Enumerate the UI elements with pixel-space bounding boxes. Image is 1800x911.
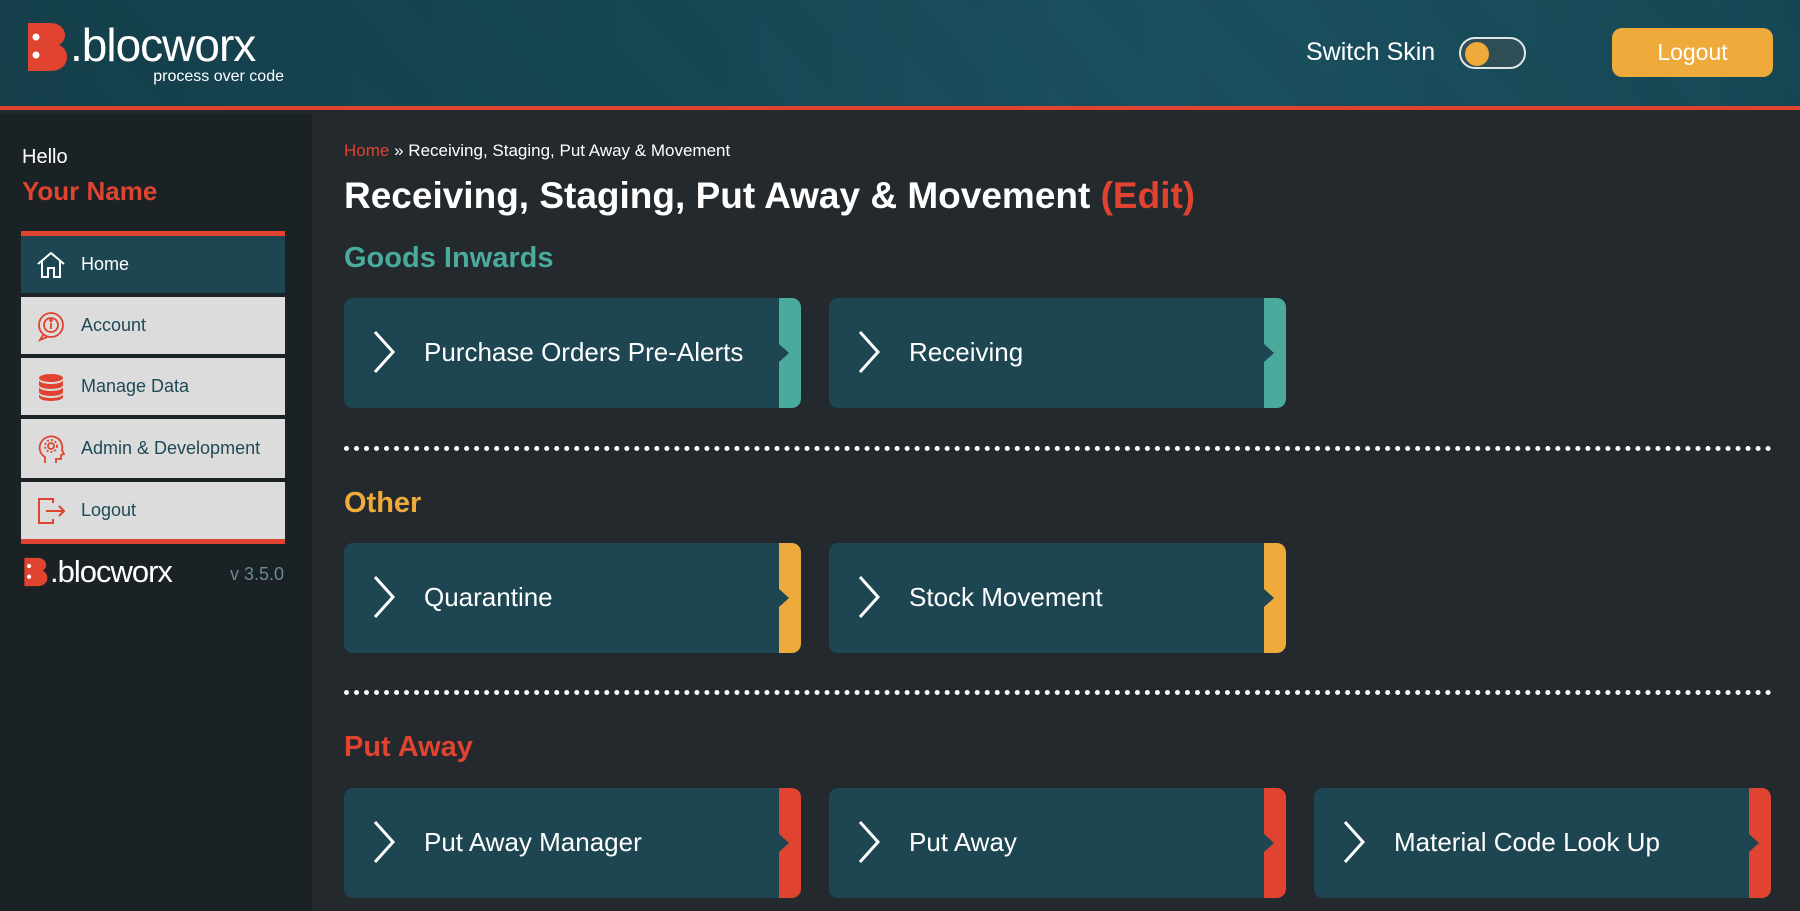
tile-receiving[interactable]: Receiving: [829, 298, 1286, 408]
sidebar-item-account[interactable]: Account: [21, 297, 285, 354]
sidebar: Hello Your Name Home Account Manage Data: [0, 114, 312, 911]
edit-page-link[interactable]: (Edit): [1101, 175, 1196, 216]
section-divider: [344, 690, 1772, 695]
page-title-text: Receiving, Staging, Put Away & Movement: [344, 175, 1091, 216]
tile-label: Receiving: [909, 337, 1024, 368]
tile-notch: [1749, 834, 1759, 852]
account-info-icon: [37, 311, 64, 342]
tile-material-code-look-up[interactable]: Material Code Look Up: [1314, 788, 1771, 898]
tile-notch: [1264, 589, 1274, 607]
chevron-right-icon: [373, 330, 396, 374]
tile-notch: [779, 589, 789, 607]
tile-notch: [1264, 834, 1274, 852]
tile-notch: [779, 834, 789, 852]
sidebar-item-label: Manage Data: [81, 376, 190, 396]
breadcrumb-home-link[interactable]: Home: [344, 141, 389, 160]
header-logout-button[interactable]: Logout: [1612, 28, 1773, 77]
section-title-other: Other: [344, 487, 422, 519]
footer-logo-wordmark: .blocworx: [50, 554, 173, 589]
admin-gear-head-icon: [38, 435, 66, 463]
sidebar-footer: .blocworx v 3.5.0: [22, 554, 284, 590]
breadcrumb-separator: »: [394, 141, 404, 160]
sidebar-item-label: Account: [81, 315, 147, 335]
logout-icon: [38, 497, 66, 524]
database-icon: [39, 373, 63, 401]
tile-notch: [779, 344, 789, 362]
chevron-right-icon: [373, 820, 396, 864]
section-title-goods-inwards: Goods Inwards: [344, 242, 554, 274]
sidebar-item-label: Logout: [81, 500, 137, 520]
tile-label: Put Away: [909, 827, 1017, 858]
chevron-right-icon: [858, 330, 881, 374]
logo-tagline: process over code: [153, 68, 284, 85]
breadcrumb: Home » Receiving, Staging, Put Away & Mo…: [344, 141, 730, 161]
tile-label: Quarantine: [424, 582, 553, 613]
tile-label: Purchase Orders Pre-Alerts: [424, 337, 744, 368]
sidebar-item-manage-data[interactable]: Manage Data: [21, 358, 285, 415]
app-version: v 3.5.0: [229, 564, 284, 584]
greeting-text: Hello: [22, 146, 68, 168]
logo-wordmark: .blocworx: [70, 19, 256, 71]
tile-put-away-manager[interactable]: Put Away Manager: [344, 788, 801, 898]
page-title: Receiving, Staging, Put Away & Movement …: [344, 175, 1195, 217]
chevron-right-icon: [858, 820, 881, 864]
tile-stock-movement[interactable]: Stock Movement: [829, 543, 1286, 653]
blocworx-logo-mark-icon: [24, 557, 48, 587]
breadcrumb-current: Receiving, Staging, Put Away & Movement: [408, 141, 731, 160]
tile-put-away[interactable]: Put Away: [829, 788, 1286, 898]
tile-label: Stock Movement: [909, 582, 1103, 613]
tile-label: Put Away Manager: [424, 827, 642, 858]
switch-skin-label: Switch Skin: [1306, 38, 1436, 66]
user-name: Your Name: [22, 176, 158, 206]
chevron-right-icon: [1343, 820, 1366, 864]
home-icon: [37, 251, 65, 278]
tile-notch: [1264, 344, 1274, 362]
blocworx-logo-mark-icon: [28, 23, 67, 71]
sidebar-item-home[interactable]: Home: [21, 236, 285, 293]
toggle-knob: [1465, 42, 1489, 66]
section-divider: [344, 446, 1772, 451]
sidebar-item-admin-development[interactable]: Admin & Development: [21, 419, 285, 478]
sidebar-item-logout[interactable]: Logout: [21, 482, 285, 539]
switch-skin-toggle[interactable]: [1459, 37, 1526, 69]
section-title-put-away: Put Away: [344, 731, 473, 763]
chevron-right-icon: [858, 575, 881, 619]
sidebar-item-label: Home: [81, 254, 130, 274]
chevron-right-icon: [373, 575, 396, 619]
blocworx-logo[interactable]: .blocworx process over code: [24, 18, 284, 88]
sidebar-item-label: Admin & Development: [81, 437, 261, 458]
top-header: .blocworx process over code Switch Skin …: [0, 0, 1800, 110]
tile-purchase-orders-pre-alerts[interactable]: Purchase Orders Pre-Alerts: [344, 298, 801, 408]
sidebar-nav: Home Account Manage Data Admin & Develop…: [21, 231, 285, 544]
tile-quarantine[interactable]: Quarantine: [344, 543, 801, 653]
tile-label: Material Code Look Up: [1394, 827, 1660, 858]
